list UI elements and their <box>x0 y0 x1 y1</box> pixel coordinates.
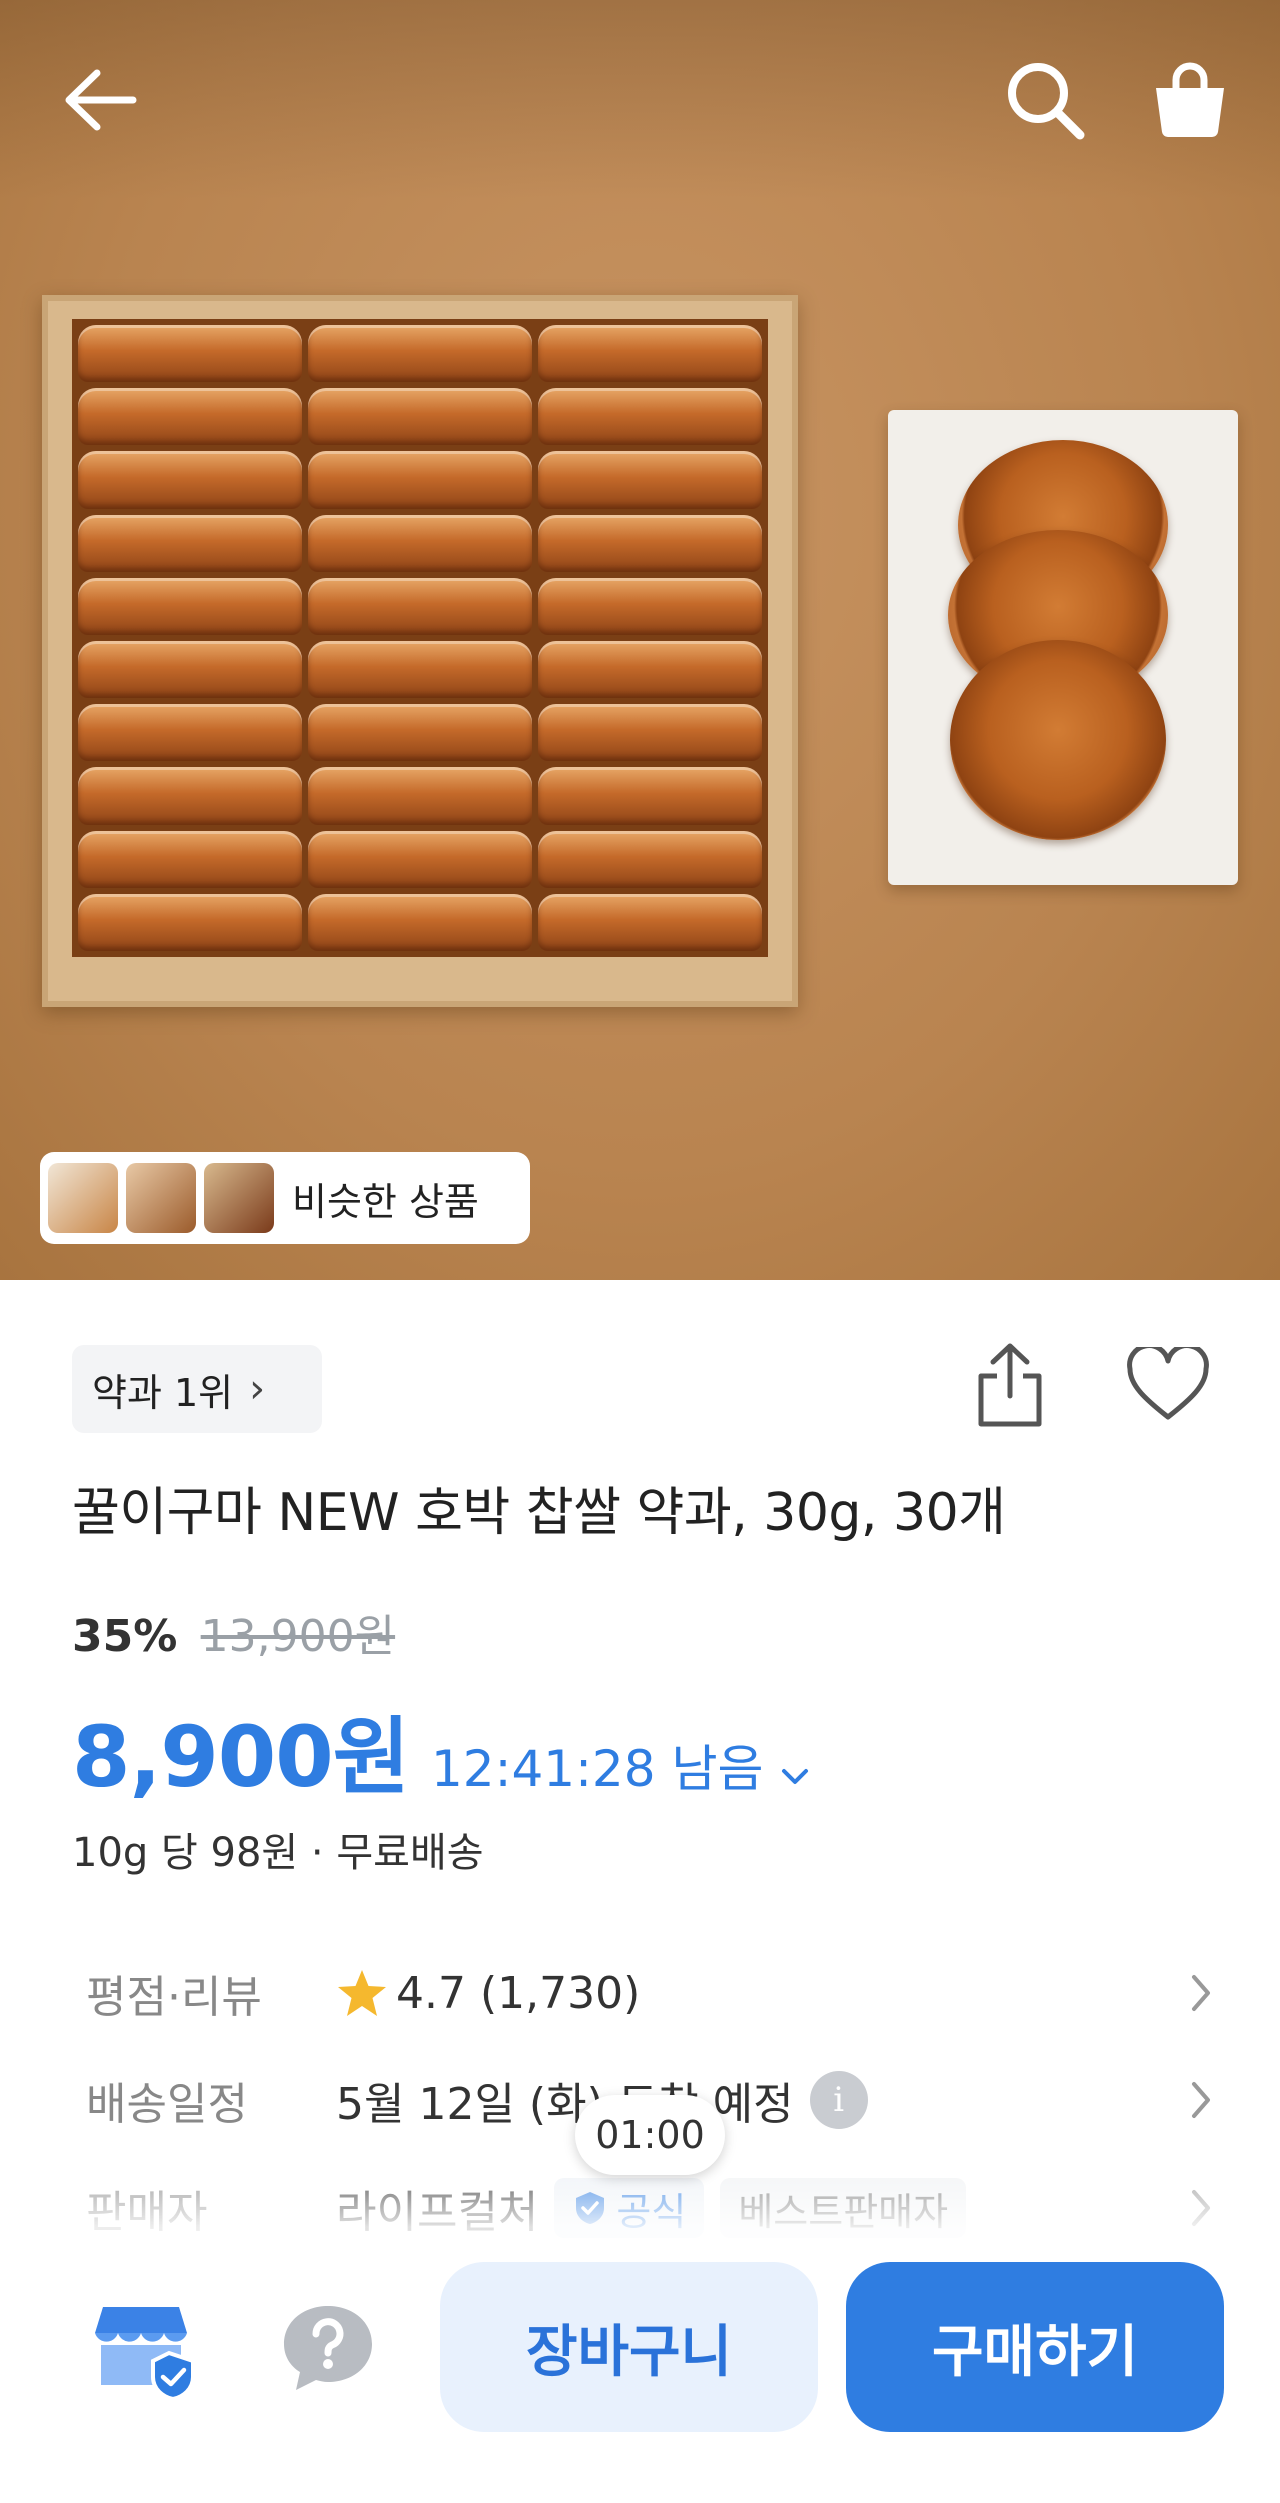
packaged-yakgwa <box>78 325 302 383</box>
unit-price-shipping: 10g 당 98원 · 무료배송 <box>72 1830 484 1876</box>
packaged-yakgwa <box>538 451 762 509</box>
packaged-yakgwa <box>308 830 532 888</box>
official-badge: 공식 <box>554 2178 705 2238</box>
packaged-yakgwa <box>538 767 762 825</box>
similar-thumbnail <box>204 1163 274 1233</box>
category-rank-chip[interactable]: 약과 1위 › <box>72 1345 322 1433</box>
similar-thumbnail <box>48 1163 118 1233</box>
packaged-yakgwa <box>78 451 302 509</box>
heart-icon <box>1126 1347 1209 1420</box>
deal-timer[interactable]: 12:41:28 남음 <box>431 1729 763 1801</box>
plate-illustration <box>888 410 1238 885</box>
seller-value-wrap: 라이프컬처 공식 베스트판매자 <box>336 2176 967 2240</box>
verified-check-icon <box>576 2192 605 2224</box>
store-verified-icon <box>94 2306 195 2401</box>
packaged-yakgwa <box>538 641 762 699</box>
share-button[interactable] <box>960 1330 1060 1440</box>
best-seller-badge: 베스트판매자 <box>720 2178 967 2238</box>
back-button[interactable] <box>50 50 150 150</box>
search-button[interactable] <box>990 50 1100 150</box>
similar-products-label: 비슷한 상품 <box>292 1179 479 1224</box>
packaged-yakgwa <box>308 893 532 951</box>
similar-thumbnail <box>126 1163 196 1233</box>
discount-row: 35% 13,900원 <box>72 1600 395 1664</box>
cart-button[interactable] <box>1140 50 1240 150</box>
rank-label: 약과 1위 <box>92 1370 234 1415</box>
rating-review-row[interactable]: 평점·리뷰 4.7 (1,730) <box>86 1953 1216 2033</box>
star-icon <box>338 1970 386 2016</box>
search-icon <box>1008 63 1085 140</box>
packaged-yakgwa <box>78 641 302 699</box>
packaged-yakgwa <box>78 830 302 888</box>
packaged-yakgwa <box>308 514 532 572</box>
packaged-yakgwa <box>78 514 302 572</box>
packaged-yakgwa <box>308 767 532 825</box>
share-icon <box>978 1343 1042 1427</box>
similar-products-button[interactable]: 비슷한 상품 <box>40 1152 530 1244</box>
delivery-value: 5월 12일 (화) 도착 예정 <box>336 2079 794 2130</box>
delivery-label: 배송일정 <box>86 2079 248 2130</box>
packaged-yakgwa <box>538 325 762 383</box>
packaged-yakgwa <box>308 577 532 635</box>
packaged-yakgwa <box>308 325 532 383</box>
chevron-right-icon <box>1192 1975 1210 2011</box>
packaged-yakgwa <box>538 893 762 951</box>
rating-value: 4.7 (1,730) <box>396 1967 641 2019</box>
info-icon[interactable]: i <box>809 2071 868 2129</box>
packaged-yakgwa <box>308 704 532 762</box>
chevron-down-icon[interactable] <box>781 1768 809 1786</box>
chevron-right-icon <box>1192 2190 1210 2226</box>
packaged-yakgwa <box>538 704 762 762</box>
official-badge-label: 공식 <box>616 2189 687 2234</box>
packaged-yakgwa <box>308 388 532 446</box>
sale-price: 8,900원 <box>72 1708 410 1806</box>
seller-row[interactable]: 판매자 라이프컬처 공식 베스트판매자 <box>86 2168 1216 2248</box>
packaged-yakgwa <box>538 388 762 446</box>
seller-name: 라이프컬처 <box>336 2187 539 2238</box>
inquiry-button[interactable] <box>270 2290 385 2405</box>
packaged-yakgwa <box>538 577 762 635</box>
seller-label: 판매자 <box>86 2187 208 2238</box>
discount-rate: 35% <box>72 1611 178 1662</box>
yakgwa-piece <box>950 640 1166 840</box>
product-image[interactable]: 비슷한 상품 <box>0 0 1280 1280</box>
buy-now-button[interactable]: 구매하기 <box>846 2262 1224 2432</box>
wishlist-button[interactable] <box>1115 1330 1220 1440</box>
packaged-yakgwa <box>538 830 762 888</box>
packaged-yakgwa <box>308 641 532 699</box>
packaged-yakgwa <box>78 577 302 635</box>
yakgwa-box-illustration <box>42 295 798 1007</box>
packaged-yakgwa <box>78 767 302 825</box>
rating-value-wrap: 4.7 (1,730) <box>336 1968 640 2019</box>
shopping-bag-icon <box>1156 62 1224 138</box>
question-bubble-icon <box>283 2305 372 2390</box>
store-button[interactable] <box>90 2290 205 2405</box>
cookie-grid <box>72 319 768 957</box>
product-title: 꿀이구마 NEW 호박 찹쌀 약과, 30g, 30개 <box>72 1483 1006 1543</box>
product-page: 비슷한 상품 약과 1위 › 꿀이구마 NEW 호박 찹쌀 약과, 30g, 3… <box>0 0 1280 2503</box>
chevron-right-icon <box>1192 2082 1210 2118</box>
packaged-yakgwa <box>78 704 302 762</box>
rating-label: 평점·리뷰 <box>86 1972 262 2023</box>
floating-time-pill: 01:00 <box>575 2095 725 2175</box>
original-price: 13,900원 <box>200 1611 396 1662</box>
arrow-left-icon <box>65 69 137 131</box>
packaged-yakgwa <box>538 514 762 572</box>
add-to-cart-button[interactable]: 장바구니 <box>440 2262 818 2432</box>
packaged-yakgwa <box>78 388 302 446</box>
packaged-yakgwa <box>308 451 532 509</box>
packaged-yakgwa <box>78 893 302 951</box>
price-row: 8,900원 12:41:28 남음 <box>72 1690 809 1811</box>
chevron-right-icon: › <box>249 1366 266 1412</box>
